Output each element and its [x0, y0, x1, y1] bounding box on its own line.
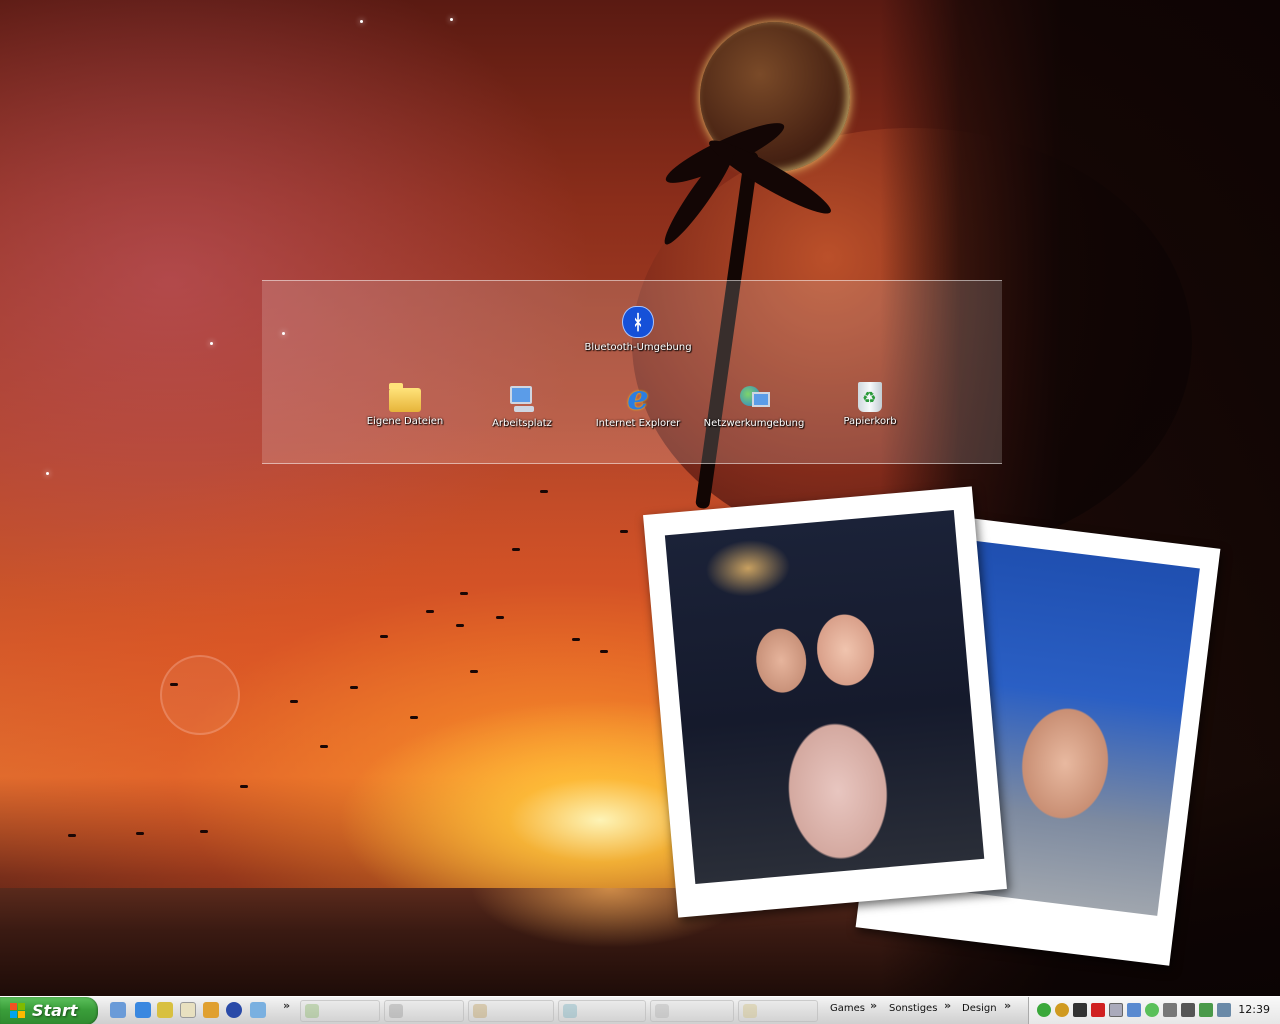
wallpaper-bird — [320, 745, 328, 748]
photo-image — [664, 510, 985, 884]
wallpaper-bird — [136, 832, 144, 835]
wallpaper-bird — [290, 700, 298, 703]
wallpaper-bird — [620, 530, 628, 533]
taskbar-window-button[interactable] — [650, 1000, 734, 1022]
toolbar-design-chevron[interactable]: » — [1004, 999, 1011, 1012]
wallpaper-bird — [512, 548, 520, 551]
start-label: Start — [32, 1001, 78, 1020]
desktop-icon-bluetooth[interactable]: ᚼ Bluetooth-Umgebung — [583, 306, 693, 353]
taskbar-window-button[interactable] — [468, 1000, 554, 1022]
notepad-icon[interactable] — [180, 1002, 196, 1018]
start-button[interactable]: Start — [0, 997, 98, 1024]
wallpaper-bird — [200, 830, 208, 833]
wallpaper-bird — [572, 638, 580, 641]
show-desktop-icon[interactable] — [110, 1002, 126, 1018]
tools-icon[interactable] — [203, 1002, 219, 1018]
toolbar-design[interactable]: Design — [962, 1003, 997, 1014]
desktop-icon-label: Netzwerkumgebung — [703, 418, 805, 429]
desktop-icon-label: Arbeitsplatz — [492, 418, 552, 429]
search-icon[interactable] — [250, 1002, 266, 1018]
desktop-icon-my-documents[interactable]: Eigene Dateien — [350, 382, 460, 427]
system-tray: 12:39 — [1028, 997, 1280, 1024]
desktop-icon-internet-explorer[interactable]: e Internet Explorer — [583, 378, 693, 429]
safely-remove-icon[interactable] — [1199, 1003, 1213, 1017]
windows-logo-icon — [10, 1003, 26, 1019]
folder-icon — [389, 383, 421, 412]
media-player-icon[interactable] — [226, 1002, 242, 1018]
wallpaper-photo-front — [643, 486, 1007, 918]
taskbar-clock[interactable]: 12:39 — [1238, 1003, 1270, 1016]
wallpaper-bird — [410, 716, 418, 719]
wallpaper-bird — [600, 650, 608, 653]
wallpaper-star — [360, 20, 363, 23]
toolbar-sonstiges[interactable]: Sonstiges — [889, 1003, 937, 1014]
network-icon — [738, 382, 770, 414]
display-icon[interactable] — [1181, 1003, 1195, 1017]
desktop-icon-recycle-bin[interactable]: Papierkorb — [815, 382, 925, 427]
taskbar-window-button[interactable] — [558, 1000, 646, 1022]
computer-icon — [506, 382, 538, 414]
quicklaunch-more-chevron[interactable]: » — [283, 999, 290, 1012]
update-icon[interactable] — [1217, 1003, 1231, 1017]
wallpaper-bird — [170, 683, 178, 686]
ati-icon[interactable] — [1091, 1003, 1105, 1017]
wireless-icon[interactable] — [1163, 1003, 1177, 1017]
toolbar-sonstiges-chevron[interactable]: » — [944, 999, 951, 1012]
desktop-icon-label: Bluetooth-Umgebung — [584, 342, 692, 353]
taskbar-window-button[interactable] — [300, 1000, 380, 1022]
bluetooth-icon: ᚼ — [622, 306, 654, 338]
desktop-icon-my-computer[interactable]: Arbeitsplatz — [467, 382, 577, 429]
wallpaper-bird — [540, 490, 548, 493]
wallpaper-star — [450, 18, 453, 21]
clover-icon[interactable] — [1037, 1003, 1051, 1017]
taskbar: Start » Games » Sonstiges » Design » 12:… — [0, 996, 1280, 1024]
wallpaper-star — [210, 342, 213, 345]
globe-icon[interactable] — [1055, 1003, 1069, 1017]
internet-explorer-icon: e — [627, 378, 649, 418]
toolbar-games[interactable]: Games — [830, 1003, 865, 1014]
monitor-icon[interactable] — [1109, 1003, 1123, 1017]
desktop-icon-label: Papierkorb — [843, 416, 897, 427]
toolbar-games-chevron[interactable]: » — [870, 999, 877, 1012]
steam-icon[interactable] — [1073, 1003, 1087, 1017]
wallpaper-bird — [470, 670, 478, 673]
taskbar-window-button[interactable] — [384, 1000, 464, 1022]
recycle-bin-icon — [858, 382, 882, 412]
wallpaper-bird — [380, 635, 388, 638]
wallpaper-bird — [496, 616, 504, 619]
wallpaper-bird — [460, 592, 468, 595]
wallpaper-star — [46, 472, 49, 475]
wallpaper-bird — [68, 834, 76, 837]
internet-explorer-quicklaunch-icon[interactable] — [135, 1002, 151, 1018]
desktop-icon-network[interactable]: Netzwerkumgebung — [699, 382, 809, 429]
desktop-icon-label: Eigene Dateien — [366, 416, 444, 427]
network-tray-icon[interactable] — [1127, 1003, 1141, 1017]
clock-app-icon[interactable] — [157, 1002, 173, 1018]
desktop-icon-label: Internet Explorer — [595, 418, 681, 429]
wallpaper-bird — [240, 785, 248, 788]
wallpaper-bird — [350, 686, 358, 689]
wallpaper-bird — [456, 624, 464, 627]
wallpaper-small-moon — [160, 655, 240, 735]
wallpaper-bird — [426, 610, 434, 613]
taskbar-window-button[interactable] — [738, 1000, 818, 1022]
messenger-icon[interactable] — [1145, 1003, 1159, 1017]
